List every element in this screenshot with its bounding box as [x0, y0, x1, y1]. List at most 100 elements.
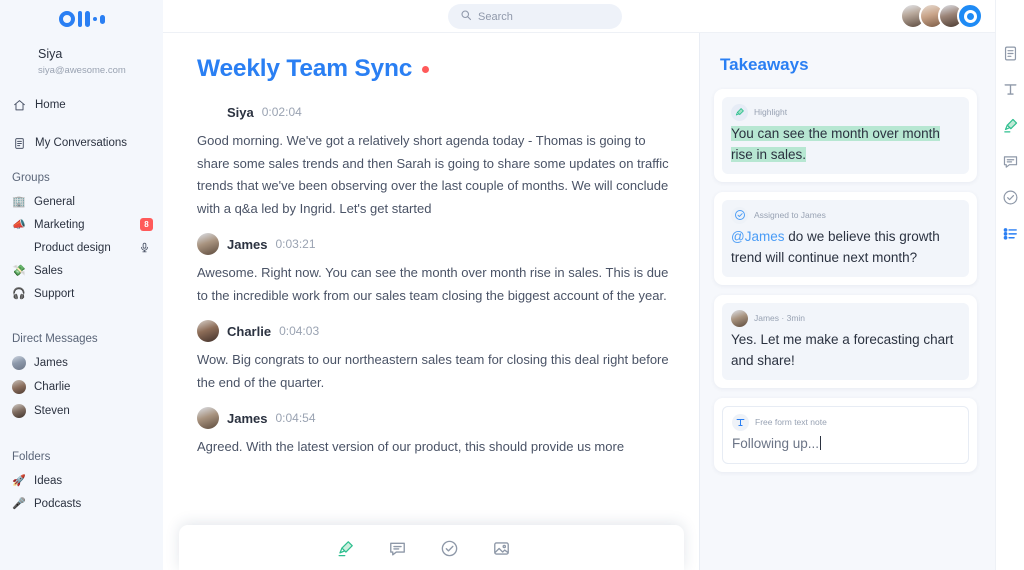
takeaway-card-note[interactable]: Free form text note Following up...: [714, 398, 977, 472]
card-body: Free form text note Following up...: [722, 406, 969, 464]
floating-toolbar-inner: [178, 525, 684, 570]
sidebar-dm-steven[interactable]: Steven: [0, 399, 163, 423]
sidebar-item-label: Home: [35, 99, 66, 111]
avatar[interactable]: [197, 320, 219, 342]
highlighter-icon: [731, 103, 748, 121]
message-text[interactable]: Wow. Big congrats to our northeastern sa…: [197, 349, 669, 394]
image-icon[interactable]: [490, 537, 512, 559]
avatar[interactable]: [197, 233, 219, 255]
logo-wrap[interactable]: [0, 0, 163, 32]
avatar[interactable]: [197, 407, 219, 429]
message-text[interactable]: Good morning. We've got a relatively sho…: [197, 130, 669, 220]
card-meta: Assigned to James: [731, 206, 960, 224]
outline-list-icon[interactable]: [1001, 224, 1020, 243]
takeaway-card-action-item[interactable]: Assigned to James @James do we believe t…: [714, 192, 977, 285]
sidebar-item-label: James: [34, 357, 68, 369]
note-input[interactable]: Following up...: [732, 433, 959, 454]
logo-dot-icon: [92, 16, 97, 22]
highlighter-icon[interactable]: [334, 537, 356, 559]
comment-icon[interactable]: [386, 537, 408, 559]
takeaway-card-comment[interactable]: James · 3min Yes. Let me make a forecast…: [714, 295, 977, 388]
card-body: Highlight You can see the month over mon…: [722, 97, 969, 174]
home-icon: [12, 98, 26, 112]
takeaways-title: Takeaways: [720, 55, 809, 74]
action-item-icon[interactable]: [1001, 188, 1020, 207]
document-icon[interactable]: [1001, 44, 1020, 63]
sidebar-item-label: Ideas: [34, 474, 63, 487]
text-note-icon[interactable]: [1001, 80, 1020, 99]
sidebar-dm-james[interactable]: James: [0, 351, 163, 375]
right-rail: [995, 0, 1024, 570]
main-area: Search Weekly Team Sync Siya 0:02:04 Goo…: [163, 0, 995, 570]
user-name: Siya: [38, 47, 63, 61]
card-meta: James · 3min: [731, 309, 960, 327]
sidebar-item-support[interactable]: 🎧 Support: [0, 282, 163, 305]
transcript-message: James 0:03:21 Awesome. Right now. You ca…: [197, 233, 669, 307]
record-icon: [963, 9, 977, 23]
speaker-name: James: [227, 236, 268, 252]
timestamp[interactable]: 0:04:03: [279, 324, 319, 338]
floating-toolbar: [163, 525, 699, 570]
message-text[interactable]: Agreed. With the latest version of our p…: [197, 436, 669, 459]
transcript-message: Charlie 0:04:03 Wow. Big congrats to our…: [197, 320, 669, 394]
sidebar-item-label: Marketing: [34, 218, 85, 231]
sidebar-item-my-conversations[interactable]: My Conversations: [0, 130, 163, 156]
live-recording-dot-icon: [422, 65, 430, 73]
takeaways-panel: Takeaways Highlight You can see the mont…: [699, 33, 995, 570]
sidebar-section-folders: Folders: [12, 451, 51, 463]
search-input[interactable]: Search: [448, 4, 622, 29]
sidebar-dm-charlie[interactable]: Charlie: [0, 375, 163, 399]
logo-bar-icon: [85, 11, 90, 27]
sidebar-item-label: Steven: [34, 405, 70, 417]
sidebar-item-sales[interactable]: 💸 Sales: [0, 259, 163, 282]
user-email: siya@awesome.com: [38, 65, 126, 76]
sidebar-item-general[interactable]: 🏢 General: [0, 190, 163, 213]
message-header: James 0:03:21: [197, 233, 669, 255]
card-meta-label: James · 3min: [754, 313, 806, 323]
otter-logo[interactable]: [58, 11, 105, 27]
sidebar: Siya siya@awesome.com Home My Conversati…: [0, 0, 163, 570]
user-block[interactable]: Siya siya@awesome.com: [0, 32, 163, 78]
card-meta-label: Highlight: [754, 107, 788, 117]
highlighter-icon[interactable]: [1001, 116, 1020, 135]
avatar: [731, 309, 748, 327]
transcript-message: Siya 0:02:04 Good morning. We've got a r…: [197, 101, 669, 220]
action-item-icon[interactable]: [438, 537, 460, 559]
record-button[interactable]: [957, 3, 983, 29]
card-meta-label: Free form text note: [755, 417, 827, 427]
card-text: @James do we believe this growth trend w…: [731, 226, 960, 268]
comment-icon[interactable]: [1001, 152, 1020, 171]
takeaway-card-highlight[interactable]: Highlight You can see the month over mon…: [714, 89, 977, 182]
page-title: Weekly Team Sync: [197, 55, 413, 82]
message-text[interactable]: Awesome. Right now. You can see the mont…: [197, 262, 669, 307]
conversations-icon: [12, 136, 26, 150]
sidebar-folder-ideas[interactable]: 🚀 Ideas: [0, 469, 163, 492]
sidebar-subitem-product-design[interactable]: Product design: [0, 236, 163, 259]
sidebar-item-home[interactable]: Home: [0, 92, 163, 118]
card-body: James · 3min Yes. Let me make a forecast…: [722, 303, 969, 380]
message-header: James 0:04:54: [197, 407, 669, 429]
sidebar-item-label: General: [34, 195, 75, 208]
sidebar-item-label: Support: [34, 287, 75, 300]
rocket-icon: 🚀: [12, 475, 26, 487]
microphone-icon: [137, 241, 151, 255]
search-placeholder: Search: [478, 10, 513, 23]
timestamp[interactable]: 0:04:54: [275, 411, 315, 425]
action-item-icon: [731, 206, 748, 224]
timestamp[interactable]: 0:02:04: [262, 105, 302, 119]
sidebar-folder-podcasts[interactable]: 🎤 Podcasts: [0, 492, 163, 515]
avatar: [12, 404, 26, 418]
logo-o-icon: [58, 11, 75, 27]
text-note-icon: [732, 413, 749, 431]
transcript-message: James 0:04:54 Agreed. With the latest ve…: [197, 407, 669, 459]
card-body: Assigned to James @James do we believe t…: [722, 200, 969, 277]
timestamp[interactable]: 0:03:21: [275, 237, 315, 251]
content-row: Weekly Team Sync Siya 0:02:04 Good morni…: [163, 33, 995, 570]
mention[interactable]: @James: [731, 229, 784, 244]
sidebar-item-marketing[interactable]: 📣 Marketing 8: [0, 213, 163, 236]
logo-bar-icon: [77, 11, 82, 27]
highlighted-text: You can see the month over month rise in…: [731, 126, 940, 162]
message-header: Charlie 0:04:03: [197, 320, 669, 342]
avatar: [12, 356, 26, 370]
sidebar-item-label: Charlie: [34, 381, 71, 393]
